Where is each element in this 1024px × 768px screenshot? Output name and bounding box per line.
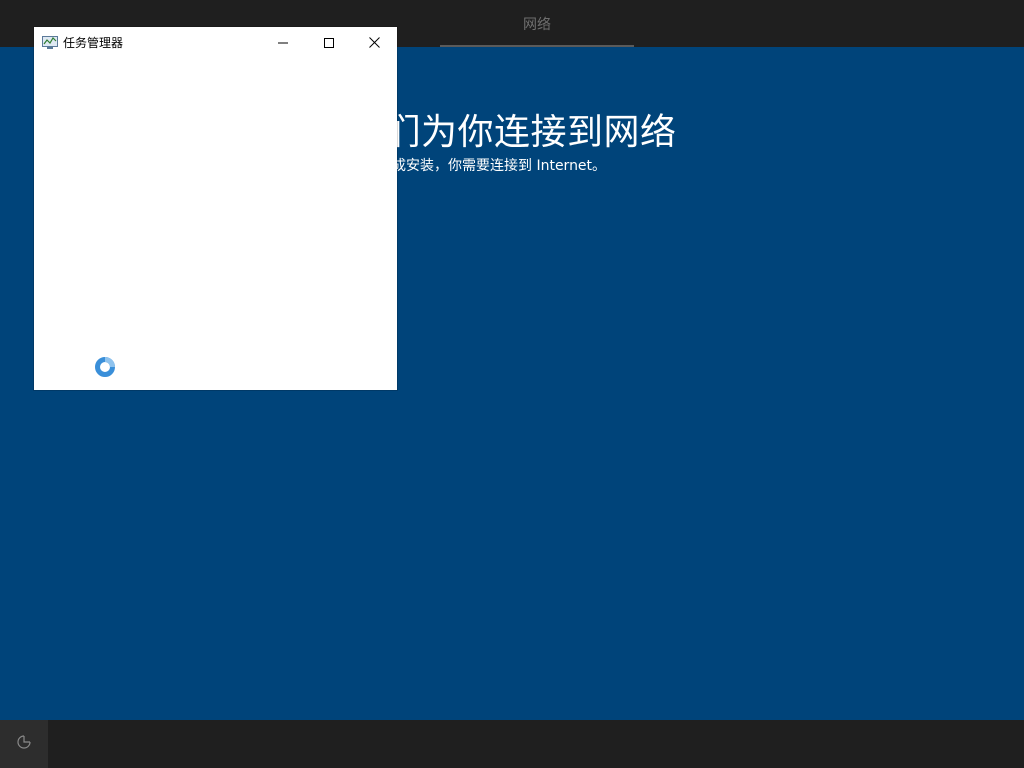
- task-manager-window[interactable]: 任务管理器: [34, 27, 397, 390]
- accessibility-button[interactable]: [0, 720, 48, 768]
- minimize-button[interactable]: [260, 27, 306, 57]
- task-manager-title: 任务管理器: [63, 36, 124, 50]
- minimize-icon: [278, 33, 288, 52]
- task-manager-titlebar[interactable]: 任务管理器: [34, 27, 397, 57]
- bottom-bar: [0, 720, 1024, 768]
- maximize-icon: [324, 33, 334, 52]
- tab-network[interactable]: 网络: [440, 0, 634, 47]
- close-button[interactable]: [351, 27, 397, 57]
- task-manager-icon: [42, 34, 58, 50]
- page-title: 我们为你连接到网络: [348, 112, 677, 153]
- loading-spinner-icon: [94, 356, 116, 378]
- close-icon: [368, 33, 380, 52]
- maximize-button[interactable]: [306, 27, 352, 57]
- accessibility-icon: [16, 734, 32, 754]
- tab-network-label: 网络: [523, 16, 551, 33]
